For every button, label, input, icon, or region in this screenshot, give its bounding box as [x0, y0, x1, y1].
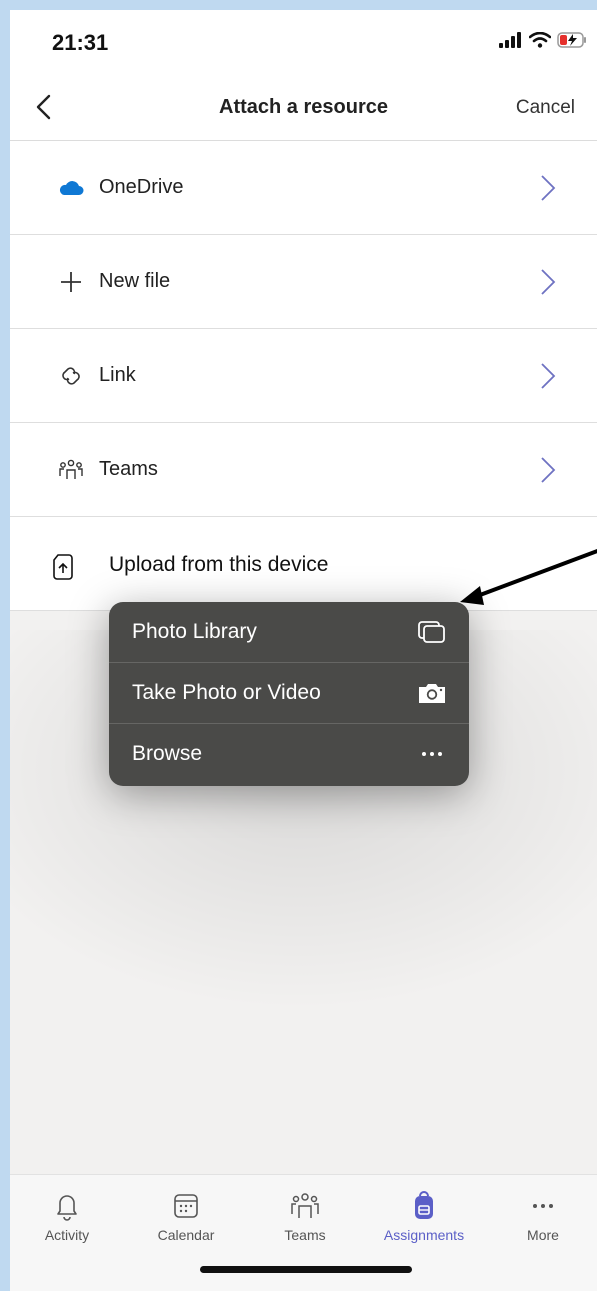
- menu-item-label: Photo Library: [132, 620, 257, 643]
- status-icons: [499, 32, 587, 48]
- menu-item-label: Browse: [132, 742, 203, 765]
- chevron-right-icon: [541, 268, 556, 295]
- phone-screen: 21:31 Attach a resource Cancel OneDrive …: [10, 10, 597, 1291]
- cancel-button[interactable]: Cancel: [516, 97, 575, 119]
- list-item-teams[interactable]: Teams: [10, 423, 597, 517]
- camera-icon: [419, 684, 445, 703]
- back-chevron-icon[interactable]: [30, 92, 60, 122]
- home-indicator: [200, 1266, 412, 1273]
- tab-calendar[interactable]: Calendar: [136, 1183, 236, 1243]
- link-icon: [58, 363, 84, 389]
- photo-library-icon: [418, 621, 445, 643]
- page-title: Attach a resource: [219, 96, 388, 118]
- annotation-arrow: [460, 548, 597, 605]
- tab-label: Assignments: [383, 1227, 465, 1243]
- status-time: 21:31: [52, 30, 109, 55]
- list-item-new-file[interactable]: New file: [10, 235, 597, 329]
- list-item-link[interactable]: Link: [10, 329, 597, 423]
- list-item-onedrive[interactable]: OneDrive: [10, 141, 597, 235]
- ellipsis-icon: [422, 752, 442, 756]
- menu-item-label: Take Photo or Video: [132, 681, 321, 704]
- nav-bar: Attach a resource Cancel: [10, 78, 597, 141]
- wifi-icon: [529, 32, 551, 48]
- calendar-icon: [174, 1194, 198, 1218]
- tab-label: Teams: [284, 1227, 326, 1243]
- menu-item-take-photo[interactable]: Take Photo or Video: [109, 663, 469, 724]
- tab-label: Calendar: [157, 1227, 215, 1243]
- battery-icon: [557, 32, 586, 48]
- chevron-right-icon: [541, 456, 556, 483]
- ellipsis-icon: [533, 1204, 553, 1208]
- bottom-tab-bar: Activity Calendar Teams Assignments More: [10, 1174, 597, 1291]
- teams-icon: [291, 1193, 319, 1218]
- plus-icon: [58, 269, 84, 295]
- signal-icon: [499, 32, 521, 48]
- list-item-label: New file: [99, 270, 171, 292]
- list-item-label: Link: [99, 364, 136, 386]
- menu-item-browse[interactable]: Browse: [109, 724, 469, 784]
- tab-assignments[interactable]: Assignments: [374, 1183, 474, 1243]
- bell-icon: [57, 1195, 77, 1221]
- upload-options-menu: Photo Library Take Photo or Video Browse: [109, 602, 469, 786]
- cloud-icon: [58, 175, 84, 201]
- backpack-icon: [415, 1191, 433, 1219]
- status-bar: 21:31: [10, 10, 597, 78]
- tab-teams[interactable]: Teams: [255, 1183, 355, 1243]
- list-item-label: Teams: [99, 458, 158, 480]
- tab-activity[interactable]: Activity: [17, 1183, 117, 1243]
- menu-item-photo-library[interactable]: Photo Library: [109, 602, 469, 663]
- upload-file-icon: [52, 554, 78, 582]
- teams-icon: [58, 457, 84, 483]
- chevron-right-icon: [541, 174, 556, 201]
- tab-more[interactable]: More: [493, 1183, 593, 1243]
- list-item-label: OneDrive: [99, 176, 184, 198]
- tab-label: Activity: [44, 1227, 90, 1243]
- tab-label: More: [527, 1227, 559, 1243]
- chevron-right-icon: [541, 362, 556, 389]
- upload-label: Upload from this device: [109, 553, 329, 576]
